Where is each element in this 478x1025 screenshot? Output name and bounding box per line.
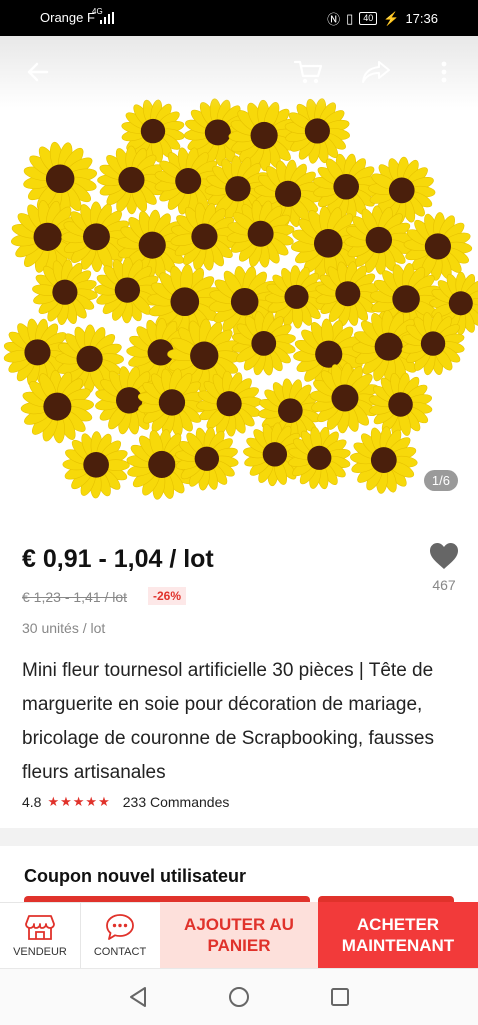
sunflowers-image [3, 98, 478, 500]
image-counter: 1/6 [423, 470, 458, 491]
share-icon[interactable] [356, 52, 396, 92]
star-icons: ★★★★★ [47, 794, 111, 809]
sunflower [23, 141, 98, 216]
signal-icon [100, 12, 114, 27]
more-icon[interactable] [424, 52, 464, 92]
contact-label: CONTACT [93, 946, 147, 958]
sunflower [97, 145, 166, 215]
discount-badge: -26% [148, 587, 187, 605]
vendor-button[interactable]: VENDEUR [0, 903, 80, 969]
rating-value: 4.8 [22, 794, 42, 810]
coupon-section[interactable]: Coupon nouvel utilisateur [0, 846, 478, 906]
rating-row[interactable]: 4.8 ★★★★★ 233 Commandes [22, 794, 229, 810]
wishlist-count: 467 [432, 577, 456, 593]
wishlist-button[interactable]: 467 [426, 542, 462, 602]
store-icon [0, 913, 80, 944]
coupon-title: Coupon nouvel utilisateur [24, 866, 247, 886]
top-bar [0, 36, 478, 108]
orders-count: 233 Commandes [122, 794, 230, 810]
product-title: Mini fleur tournesol artificielle 30 piè… [22, 660, 434, 783]
vibrate-icon: ▯ [346, 10, 354, 26]
product-image[interactable] [0, 36, 478, 516]
cart-icon[interactable] [288, 52, 328, 92]
unit-info: 30 unités / lot [22, 620, 106, 636]
nfc-icon: Ⓝ [327, 12, 341, 27]
contact-button[interactable]: CONTACT [80, 903, 160, 969]
sunflower [368, 372, 433, 437]
sunflower [3, 318, 72, 387]
battery-icon: 40 [359, 12, 378, 25]
nav-recents-icon[interactable] [320, 977, 360, 1017]
charging-icon: ⚡ [383, 10, 400, 26]
sunflower [62, 431, 130, 499]
sunflower [61, 201, 132, 273]
clock: 17:36 [405, 11, 438, 26]
back-arrow-icon[interactable] [18, 52, 58, 92]
add-to-cart-button[interactable]: AJOUTER AU PANIER [160, 902, 318, 968]
nav-back-icon[interactable] [118, 977, 158, 1017]
vendor-label: VENDEUR [13, 946, 67, 958]
carrier-name: Orange F [40, 10, 95, 25]
buy-now-button[interactable]: ACHETER MAINTENANT [318, 902, 478, 968]
status-icons: Ⓝ ▯ 40 ⚡ 17:36 [327, 9, 438, 28]
original-price: € 1,23 - 1,41 / lot [22, 589, 128, 605]
nav-home-icon[interactable] [219, 977, 259, 1017]
status-bar: Orange F 4G Ⓝ ▯ 40 ⚡ 17:36 [0, 0, 478, 36]
system-nav-bar [0, 968, 478, 1025]
sunflower [350, 426, 418, 494]
chat-icon [80, 913, 160, 944]
heart-icon [429, 543, 459, 574]
price: € 0,91 - 1,04 / lot [22, 545, 214, 573]
